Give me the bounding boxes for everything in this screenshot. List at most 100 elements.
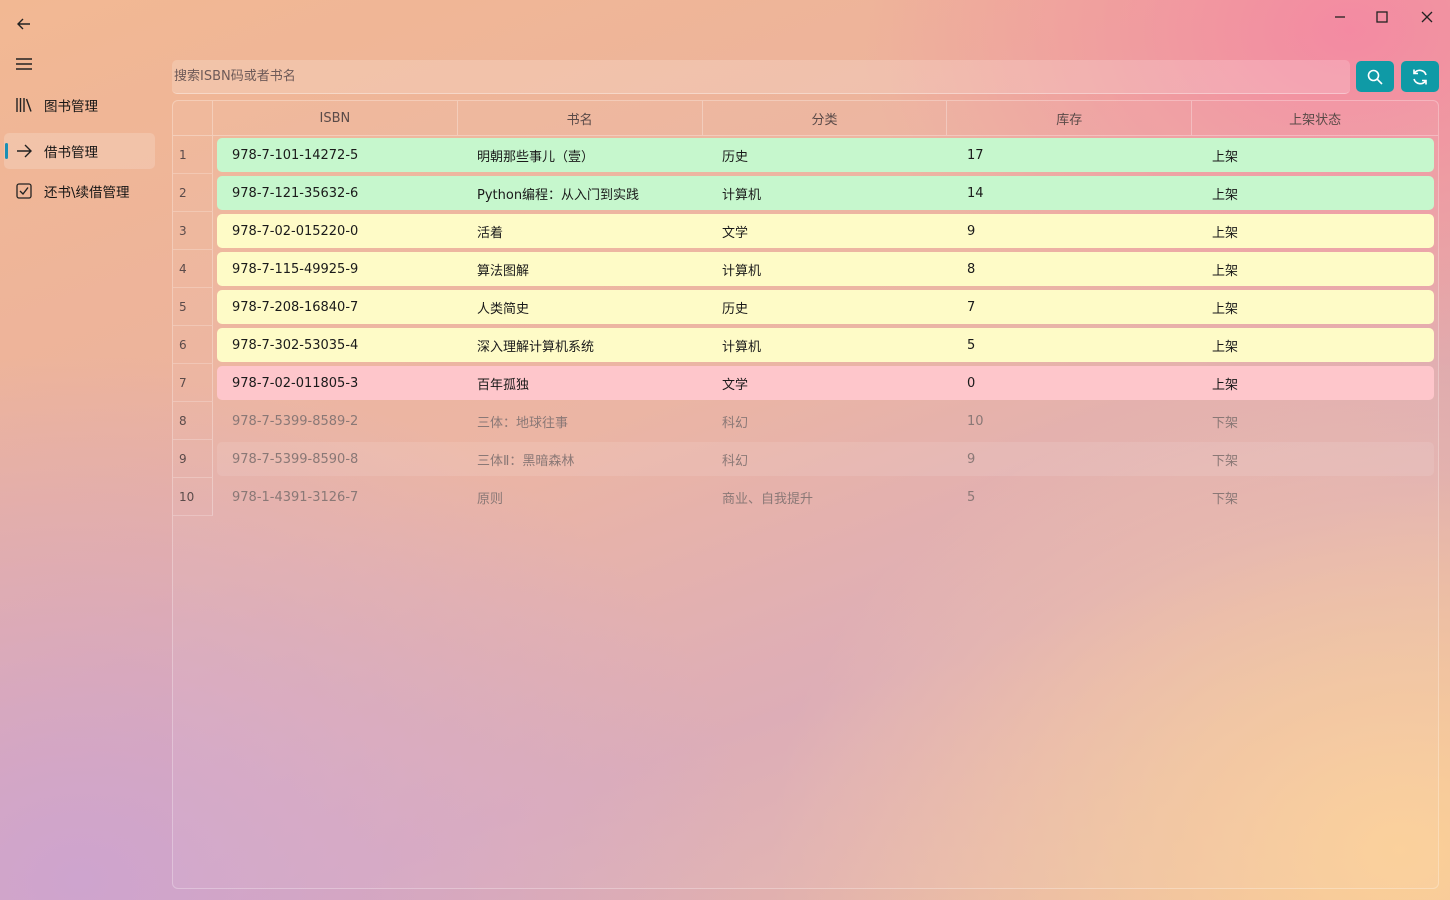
cell-title: 百年孤独 — [477, 377, 530, 393]
cell-title: 原则 — [477, 491, 504, 507]
nav-item-return-renew-management[interactable]: 还书\续借管理 — [4, 173, 155, 209]
cell-category: 文学 — [722, 377, 749, 393]
cell-isbn: 978-7-302-53035-4 — [232, 337, 359, 353]
cell-stock: 8 — [967, 261, 976, 277]
close-icon — [1421, 11, 1433, 23]
row-number[interactable]: 10 — [173, 478, 213, 516]
cell-stock: 5 — [967, 337, 976, 353]
cell-title: 三体：地球往事 — [477, 415, 569, 431]
row-number[interactable]: 3 — [173, 212, 213, 250]
cell-category: 计算机 — [722, 263, 762, 279]
row-number[interactable]: 1 — [173, 136, 213, 174]
maximize-icon — [1376, 11, 1388, 23]
cell-category: 商业、自我提升 — [722, 491, 814, 507]
table-row[interactable]: 978-1-4391-3126-7 原则 商业、自我提升 5 下架 — [217, 480, 1434, 514]
table-header: ISBN 书名 分类 库存 上架状态 — [173, 101, 1439, 136]
cell-category: 历史 — [722, 149, 749, 165]
column-header-isbn[interactable]: ISBN — [212, 101, 458, 136]
table-row[interactable]: 978-7-302-53035-4 深入理解计算机系统 计算机 5 上架 — [217, 328, 1434, 362]
row-number[interactable]: 8 — [173, 402, 213, 440]
cell-isbn: 978-7-02-011805-3 — [232, 375, 359, 391]
nav-label: 借书管理 — [44, 145, 98, 161]
cell-isbn: 978-7-121-35632-6 — [232, 185, 359, 201]
cell-category: 计算机 — [722, 339, 762, 355]
hamburger-menu-button[interactable] — [8, 50, 40, 78]
cell-status: 下架 — [1212, 491, 1239, 507]
cell-stock: 5 — [967, 489, 976, 505]
cell-status: 上架 — [1212, 149, 1239, 165]
cell-status: 下架 — [1212, 453, 1239, 469]
table-row[interactable]: 978-7-101-14272-5 明朝那些事儿（壹） 历史 17 上架 — [217, 138, 1434, 172]
search-icon — [1367, 69, 1383, 85]
nav-label: 图书管理 — [44, 99, 98, 115]
cell-stock: 14 — [967, 185, 984, 201]
cell-isbn: 978-1-4391-3126-7 — [232, 489, 359, 505]
nav-item-book-management[interactable]: 图书管理 — [4, 87, 155, 123]
row-number[interactable]: 7 — [173, 364, 213, 402]
cell-status: 上架 — [1212, 225, 1239, 241]
close-button[interactable] — [1405, 6, 1449, 28]
cell-category: 计算机 — [722, 187, 762, 203]
library-icon — [4, 97, 44, 113]
search-button[interactable] — [1356, 61, 1394, 92]
cell-isbn: 978-7-115-49925-9 — [232, 261, 359, 277]
active-indicator — [5, 143, 8, 159]
back-button[interactable] — [8, 10, 40, 38]
nav-item-borrow-management[interactable]: 借书管理 — [4, 133, 155, 169]
cell-isbn: 978-7-5399-8589-2 — [232, 413, 359, 429]
table-row[interactable]: 978-7-02-015220-0 活着 文学 9 上架 — [217, 214, 1434, 248]
cell-category: 科幻 — [722, 453, 749, 469]
column-header-category[interactable]: 分类 — [702, 101, 948, 136]
cell-status: 上架 — [1212, 263, 1239, 279]
cell-status: 上架 — [1212, 301, 1239, 317]
row-number[interactable]: 9 — [173, 440, 213, 478]
cell-stock: 0 — [967, 375, 976, 391]
hamburger-icon — [16, 58, 32, 70]
nav-label: 还书\续借管理 — [44, 185, 130, 201]
cell-status: 上架 — [1212, 377, 1239, 393]
table-row[interactable]: 978-7-115-49925-9 算法图解 计算机 8 上架 — [217, 252, 1434, 286]
cell-status: 下架 — [1212, 415, 1239, 431]
cell-stock: 9 — [967, 451, 976, 467]
table-row[interactable]: 978-7-121-35632-6 Python编程：从入门到实践 计算机 14 上架 — [217, 176, 1434, 210]
cell-category: 历史 — [722, 301, 749, 317]
search-box[interactable] — [172, 60, 1350, 94]
refresh-icon — [1413, 69, 1427, 84]
cell-title: 明朝那些事儿（壹） — [477, 149, 595, 165]
row-number[interactable]: 6 — [173, 326, 213, 364]
table-row[interactable]: 978-7-5399-8590-8 三体Ⅱ：黑暗森林 科幻 9 下架 — [217, 442, 1434, 476]
row-number[interactable]: 2 — [173, 174, 213, 212]
arrow-left-icon — [17, 18, 30, 30]
cell-isbn: 978-7-02-015220-0 — [232, 223, 359, 239]
arrow-right-icon — [4, 143, 44, 159]
table-row[interactable]: 978-7-208-16840-7 人类简史 历史 7 上架 — [217, 290, 1434, 324]
book-table: ISBN 书名 分类 库存 上架状态 1 978-7-101-14272-5 明朝那… — [172, 100, 1439, 889]
minimize-button[interactable] — [1318, 6, 1362, 28]
cell-category: 科幻 — [722, 415, 749, 431]
cell-title: 深入理解计算机系统 — [477, 339, 595, 355]
cell-stock: 7 — [967, 299, 976, 315]
column-header-stock[interactable]: 库存 — [947, 101, 1193, 136]
table-row[interactable]: 978-7-5399-8589-2 三体：地球往事 科幻 10 下架 — [217, 404, 1434, 438]
cell-isbn: 978-7-5399-8590-8 — [232, 451, 359, 467]
refresh-button[interactable] — [1401, 61, 1439, 92]
cell-title: Python编程：从入门到实践 — [477, 187, 640, 203]
row-number[interactable]: 5 — [173, 288, 213, 326]
cell-stock: 17 — [967, 147, 984, 163]
table-corner[interactable] — [173, 101, 213, 136]
cell-title: 人类简史 — [477, 301, 530, 317]
search-input[interactable] — [174, 60, 1350, 93]
cell-status: 上架 — [1212, 187, 1239, 203]
cell-isbn: 978-7-208-16840-7 — [232, 299, 359, 315]
table-row[interactable]: 978-7-02-011805-3 百年孤独 文学 0 上架 — [217, 366, 1434, 400]
column-header-title[interactable]: 书名 — [457, 101, 703, 136]
cell-category: 文学 — [722, 225, 749, 241]
minimize-icon — [1335, 16, 1345, 18]
checkbox-icon — [4, 182, 44, 200]
cell-status: 上架 — [1212, 339, 1239, 355]
maximize-button[interactable] — [1360, 6, 1404, 28]
column-header-status[interactable]: 上架状态 — [1192, 101, 1439, 136]
cell-stock: 10 — [967, 413, 984, 429]
cell-stock: 9 — [967, 223, 976, 239]
row-number[interactable]: 4 — [173, 250, 213, 288]
